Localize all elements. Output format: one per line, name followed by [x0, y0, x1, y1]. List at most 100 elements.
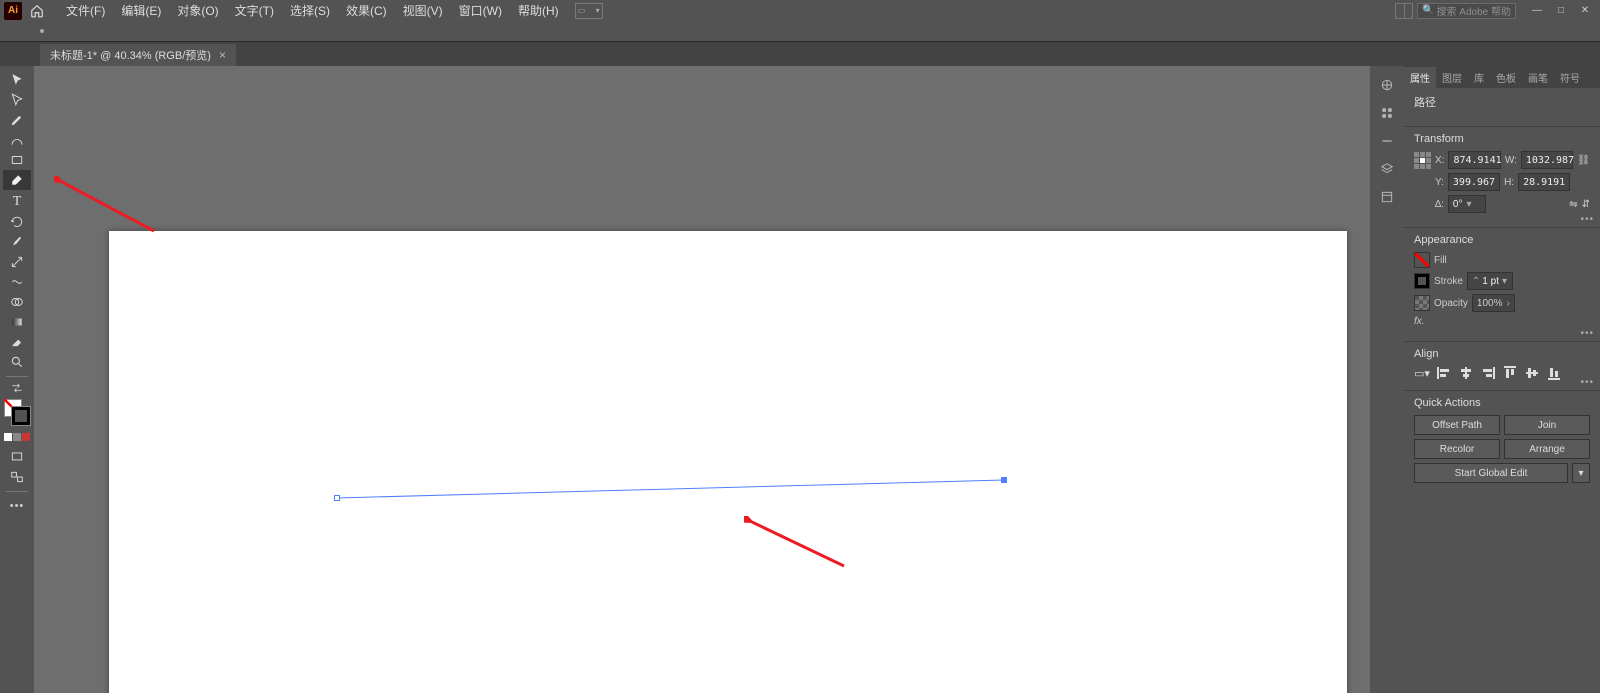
type-tool[interactable]: T — [3, 192, 31, 212]
menu-type[interactable]: 文字(T) — [227, 0, 282, 21]
app-logo: Ai — [4, 2, 22, 20]
appearance-more[interactable]: ••• — [1580, 328, 1594, 339]
home-icon[interactable] — [28, 2, 46, 20]
width-tool[interactable] — [3, 272, 31, 292]
edit-toolbar[interactable]: ••• — [3, 496, 31, 516]
dock-swatches-icon[interactable] — [1378, 104, 1396, 122]
layout-switcher[interactable]: ▭▾ — [575, 3, 603, 19]
align-to-dropdown[interactable]: ▭▾ — [1414, 366, 1430, 380]
align-more[interactable]: ••• — [1580, 377, 1594, 388]
h-field[interactable]: 28.9191 — [1518, 173, 1570, 191]
recolor-button[interactable]: Recolor — [1414, 439, 1500, 459]
dock-color-icon[interactable] — [1378, 76, 1396, 94]
maximize-button[interactable]: □ — [1550, 4, 1572, 18]
menu-edit[interactable]: 编辑(E) — [113, 0, 169, 21]
workspace: T ••• — [0, 66, 1600, 693]
join-button[interactable]: Join — [1504, 415, 1590, 435]
search-placeholder: 搜索 Adobe 帮助 — [1437, 3, 1511, 18]
start-global-edit-button[interactable]: Start Global Edit — [1414, 463, 1568, 483]
zoom-tool[interactable] — [3, 352, 31, 372]
menu-select[interactable]: 选择(S) — [282, 0, 338, 21]
menu-effect[interactable]: 效果(C) — [338, 0, 395, 21]
search-icon: 🔍 — [1422, 5, 1434, 16]
global-edit-options[interactable]: ▾ — [1572, 463, 1590, 483]
align-right-icon[interactable] — [1480, 366, 1496, 380]
swap-fill-stroke[interactable] — [3, 381, 31, 395]
stroke-weight-field[interactable]: ⌃1 pt▾ — [1467, 272, 1513, 290]
close-tab-icon[interactable]: × — [219, 48, 226, 62]
link-wh-icon[interactable]: ⛓ — [1577, 155, 1590, 166]
stroke-color[interactable] — [12, 407, 30, 425]
document-tab-title: 未标题-1* @ 40.34% (RGB/预览) — [50, 47, 211, 63]
pen-tool[interactable] — [3, 110, 31, 130]
menu-file[interactable]: 文件(F) — [58, 0, 113, 21]
w-field[interactable]: 1032.987 — [1521, 151, 1573, 169]
options-bar — [0, 21, 1600, 42]
h-label: H: — [1504, 177, 1514, 188]
search-adobe-stock[interactable]: 🔍 搜索 Adobe 帮助 — [1417, 3, 1516, 19]
curvature-tool[interactable] — [3, 130, 31, 150]
shape-builder-tool[interactable] — [3, 292, 31, 312]
align-vcenter-icon[interactable] — [1524, 366, 1540, 380]
angle-label: ∆: — [1435, 199, 1444, 210]
panel-tab-symbols[interactable]: 符号 — [1554, 67, 1586, 88]
path-line[interactable] — [34, 66, 1364, 693]
fx-button[interactable]: fx. — [1414, 316, 1425, 327]
screen-mode[interactable] — [3, 447, 31, 467]
transform-title: Transform — [1414, 133, 1590, 145]
menu-object[interactable]: 对象(O) — [169, 0, 226, 21]
reference-point[interactable] — [1414, 152, 1431, 169]
menu-window[interactable]: 窗口(W) — [451, 0, 510, 21]
transform-more[interactable]: ••• — [1580, 214, 1594, 225]
change-screen[interactable] — [3, 467, 31, 487]
draw-mode[interactable] — [4, 433, 30, 441]
menu-help[interactable]: 帮助(H) — [510, 0, 567, 21]
panel-tab-properties[interactable]: 属性 — [1404, 67, 1436, 88]
anchor-start[interactable] — [334, 495, 340, 501]
arrange-docs-icon[interactable] — [1395, 3, 1413, 19]
menu-view[interactable]: 视图(V) — [395, 0, 451, 21]
flip-vertical-icon[interactable]: ⇵ — [1582, 199, 1590, 210]
stroke-swatch[interactable] — [1414, 273, 1430, 289]
opacity-field[interactable]: 100%› — [1472, 294, 1515, 312]
dock-layers-icon[interactable] — [1378, 160, 1396, 178]
panel-tab-swatches[interactable]: 色板 — [1490, 67, 1522, 88]
y-field[interactable]: 399.967 — [1448, 173, 1500, 191]
rotate-tool[interactable] — [3, 212, 31, 232]
anchor-end[interactable] — [1001, 477, 1007, 483]
flip-horizontal-icon[interactable]: ⇋ — [1569, 199, 1577, 210]
scale-tool[interactable] — [3, 252, 31, 272]
close-button[interactable]: ✕ — [1574, 4, 1596, 18]
canvas[interactable] — [34, 66, 1370, 693]
rectangle-tool[interactable] — [3, 150, 31, 170]
gradient-tool[interactable] — [3, 312, 31, 332]
x-field[interactable]: 874.9141 — [1448, 151, 1500, 169]
panel-tabs: 属性 图层 库 色板 画笔 符号 — [1404, 66, 1600, 88]
offset-path-button[interactable]: Offset Path — [1414, 415, 1500, 435]
dock-libraries-icon[interactable] — [1378, 188, 1396, 206]
dock-stroke-icon[interactable] — [1378, 132, 1396, 150]
eyedropper-tool[interactable] — [3, 232, 31, 252]
panel-tab-libraries[interactable]: 库 — [1468, 67, 1490, 88]
paintbrush-tool[interactable] — [3, 170, 31, 190]
align-bottom-icon[interactable] — [1546, 366, 1562, 380]
fill-stroke-swatch[interactable] — [4, 399, 30, 425]
panel-tab-layers[interactable]: 图层 — [1436, 67, 1468, 88]
direct-selection-tool[interactable] — [3, 90, 31, 110]
align-hcenter-icon[interactable] — [1458, 366, 1474, 380]
align-top-icon[interactable] — [1502, 366, 1518, 380]
align-left-icon[interactable] — [1436, 366, 1452, 380]
appearance-section: Appearance Fill Stroke ⌃1 pt▾ Opacity 10… — [1404, 228, 1600, 342]
document-tab[interactable]: 未标题-1* @ 40.34% (RGB/预览) × — [40, 44, 236, 66]
minimize-button[interactable]: — — [1526, 4, 1548, 18]
panel-tab-brushes[interactable]: 画笔 — [1522, 67, 1554, 88]
toolbox: T ••• — [0, 66, 34, 693]
options-indicator — [40, 29, 44, 33]
eraser-tool[interactable] — [3, 332, 31, 352]
appearance-title: Appearance — [1414, 234, 1590, 246]
selection-tool[interactable] — [3, 70, 31, 90]
opacity-swatch[interactable] — [1414, 295, 1430, 311]
arrange-button[interactable]: Arrange — [1504, 439, 1590, 459]
fill-swatch[interactable] — [1414, 252, 1430, 268]
angle-field[interactable]: 0°▾ — [1448, 195, 1486, 213]
